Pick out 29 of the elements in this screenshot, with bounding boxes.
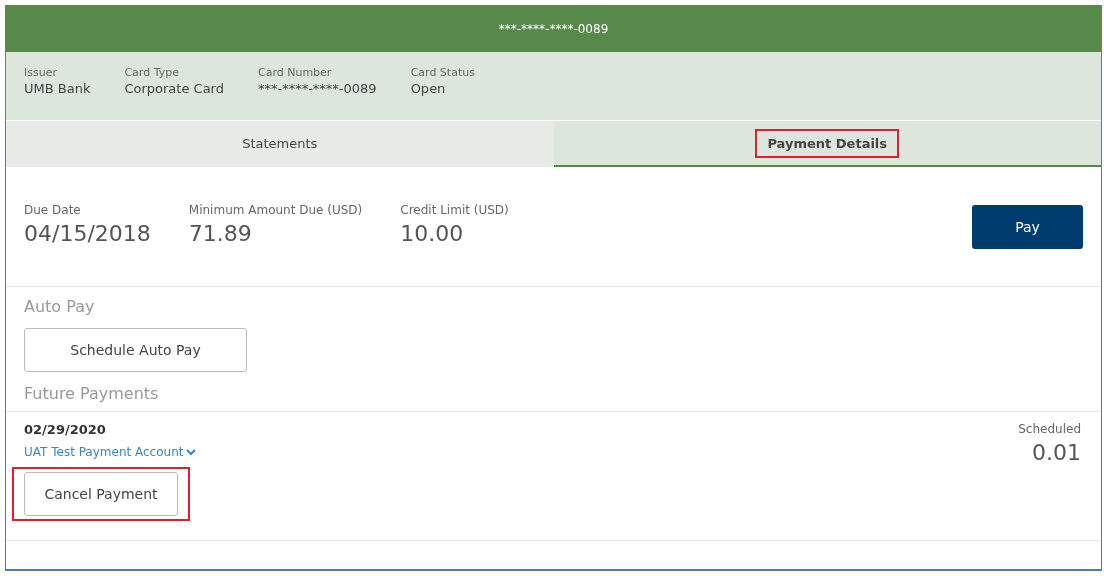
info-value: UMB Bank — [24, 81, 91, 96]
card-title: ***-****-****-0089 — [498, 22, 609, 36]
chevron-down-icon — [186, 448, 197, 456]
account-link[interactable]: UAT Test Payment Account — [24, 445, 197, 459]
info-value: Open — [410, 81, 447, 96]
cancel-payment-button[interactable]: Cancel Payment — [24, 472, 178, 516]
payment-date: 02/29/2020 — [24, 422, 107, 437]
summary-value: 04/15/2018 — [24, 221, 151, 246]
tab[interactable]: Payment Details — [553, 121, 1101, 167]
info-value: ***-****-****-0089 — [257, 81, 377, 96]
payment-status: Scheduled — [1018, 422, 1081, 436]
summary-value: 71.89 — [188, 221, 253, 246]
pay-button[interactable]: Pay — [972, 205, 1083, 249]
schedule-auto-pay-button[interactable]: Schedule Auto Pay — [24, 328, 247, 372]
info-label: Card Status — [410, 66, 475, 79]
tab-label: Statements — [241, 134, 319, 153]
info-value: Corporate Card — [124, 81, 224, 96]
summary-label: Minimum Amount Due (USD) — [188, 203, 363, 217]
summary-value: 10.00 — [400, 221, 465, 246]
tab[interactable]: Statements — [6, 121, 554, 167]
highlighted-tab-label: Payment Details — [755, 128, 900, 158]
info-label: Card Number — [257, 66, 333, 79]
payment-amount: 0.01 — [1031, 440, 1081, 465]
info-label: Card Type — [124, 66, 180, 79]
section-title: Future Payments — [24, 384, 160, 403]
info-label: Issuer — [24, 66, 58, 79]
summary-label: Due Date — [24, 203, 82, 217]
summary-label: Credit Limit (USD) — [400, 203, 509, 217]
section-title: Auto Pay — [24, 297, 96, 316]
